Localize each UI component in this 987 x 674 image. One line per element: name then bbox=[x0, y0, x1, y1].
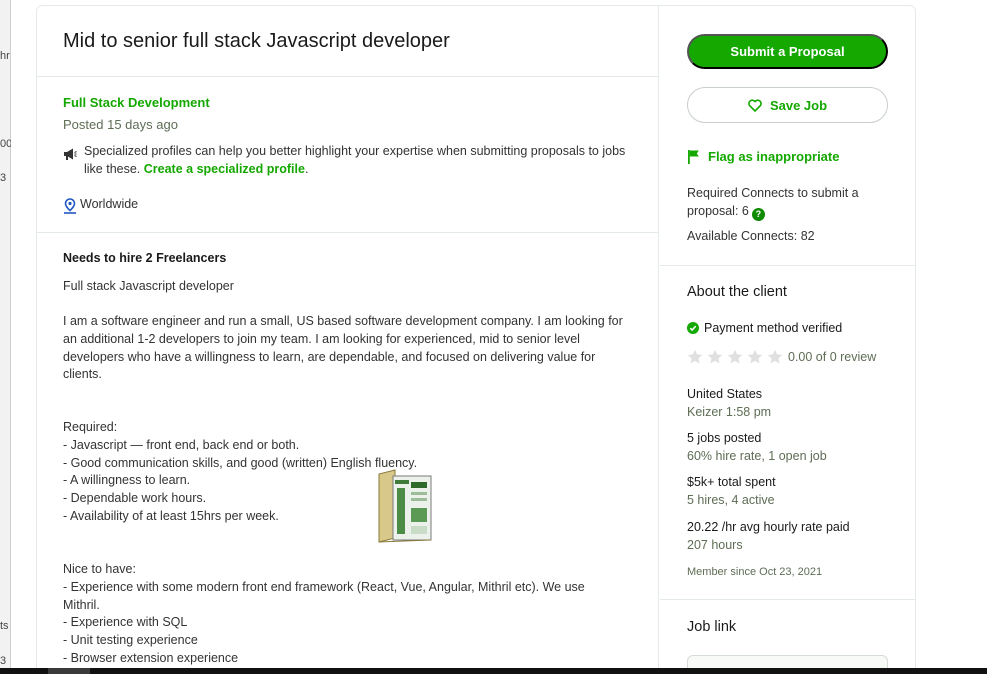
megaphone-icon bbox=[64, 148, 77, 160]
divider bbox=[37, 232, 658, 233]
background-text: hr bbox=[0, 50, 10, 62]
specialized-profile-tip: Specialized profiles can help you better… bbox=[84, 143, 644, 178]
nice-to-have-item: - Experience with SQL bbox=[63, 615, 188, 629]
background-text: 3 bbox=[0, 172, 7, 184]
location: Worldwide bbox=[80, 197, 139, 211]
divider bbox=[660, 265, 916, 266]
category-link[interactable]: Full Stack Development bbox=[63, 95, 210, 110]
save-job-label: Save Job bbox=[769, 97, 828, 113]
submit-proposal-button[interactable]: Submit a Proposal bbox=[687, 34, 888, 69]
job-title: Mid to senior full stack Javascript deve… bbox=[63, 30, 450, 52]
description-paragraph: I am a software engineer and run a small… bbox=[63, 314, 623, 382]
rating-text: 0.00 of 0 review bbox=[788, 350, 877, 364]
posted-date: Posted 15 days ago bbox=[63, 117, 178, 132]
divider bbox=[660, 599, 916, 600]
tip-suffix: . bbox=[304, 161, 309, 176]
job-details-panel: Mid to senior full stack Javascript deve… bbox=[11, 0, 970, 674]
save-job-button[interactable]: Save Job bbox=[687, 87, 888, 123]
required-connects-text: Required Connects to submit a proposal: … bbox=[687, 186, 859, 218]
job-details-card: Mid to senior full stack Javascript deve… bbox=[36, 5, 916, 674]
background-text: 3 bbox=[0, 655, 7, 667]
star-icon bbox=[747, 349, 763, 364]
background-text: ts bbox=[0, 620, 9, 632]
background-window-strip: hr 00 3 ts 3 bbox=[0, 0, 12, 674]
client-local-time: Keizer 1:58 pm bbox=[687, 405, 772, 419]
available-connects: Available Connects: 82 bbox=[687, 229, 815, 243]
job-link-heading: Job link bbox=[687, 619, 737, 635]
heart-icon bbox=[748, 98, 762, 112]
hires-count: 5 hires, 4 active bbox=[687, 493, 775, 507]
right-gutter bbox=[970, 0, 987, 674]
required-item: - Good communication skills, and good (w… bbox=[63, 456, 418, 470]
about-client-heading: About the client bbox=[687, 284, 787, 300]
client-country: United States bbox=[687, 387, 763, 401]
nice-to-have-heading: Nice to have: bbox=[63, 562, 136, 576]
location-pin-icon bbox=[64, 198, 76, 214]
verified-check-icon bbox=[687, 322, 699, 334]
folder-icon[interactable] bbox=[377, 468, 433, 544]
star-icon bbox=[687, 349, 703, 364]
nice-to-have-item: - Unit testing experience bbox=[63, 633, 198, 647]
flag-icon bbox=[688, 150, 699, 164]
taskbar-item[interactable] bbox=[48, 668, 90, 674]
avg-hourly-rate: 20.22 /hr avg hourly rate paid bbox=[687, 520, 850, 534]
payment-verified-text: Payment method verified bbox=[704, 321, 843, 335]
question-icon[interactable]: ? bbox=[751, 207, 765, 221]
hire-count-heading: Needs to hire 2 Freelancers bbox=[63, 251, 227, 265]
description-line: Full stack Javascript developer bbox=[63, 279, 234, 293]
taskbar-strip bbox=[0, 668, 987, 674]
required-item: - A willingness to learn. bbox=[63, 473, 191, 487]
star-icon bbox=[707, 349, 723, 364]
flag-inappropriate-link[interactable]: Flag as inappropriate bbox=[687, 149, 839, 164]
star-icon bbox=[767, 349, 783, 364]
client-rating: 0.00 of 0 review bbox=[687, 349, 876, 365]
star-icon bbox=[727, 349, 743, 364]
required-heading: Required: bbox=[63, 420, 118, 434]
payment-verified: Payment method verified bbox=[687, 321, 842, 335]
divider bbox=[37, 76, 658, 77]
nice-to-have-item: - Browser extension experience bbox=[63, 651, 239, 665]
required-item: - Javascript — front end, back end or bo… bbox=[63, 438, 300, 452]
member-since: Member since Oct 23, 2021 bbox=[687, 566, 823, 578]
job-sidebar: Submit a Proposal Save Job Flag as inapp… bbox=[660, 6, 916, 674]
hire-rate: 60% hire rate, 1 open job bbox=[687, 449, 827, 463]
required-item: - Dependable work hours. bbox=[63, 491, 207, 505]
total-spent: $5k+ total spent bbox=[687, 475, 776, 489]
required-item: - Availability of at least 15hrs per wee… bbox=[63, 509, 279, 523]
required-connects: Required Connects to submit a proposal: … bbox=[687, 184, 897, 221]
nice-to-have-item: - Experience with some modern front end … bbox=[63, 580, 585, 612]
flag-label: Flag as inappropriate bbox=[708, 149, 840, 164]
create-specialized-profile-link[interactable]: Create a specialized profile bbox=[144, 162, 305, 176]
job-main-column: Mid to senior full stack Javascript deve… bbox=[37, 6, 659, 674]
jobs-posted: 5 jobs posted bbox=[687, 431, 762, 445]
total-hours: 207 hours bbox=[687, 538, 743, 552]
